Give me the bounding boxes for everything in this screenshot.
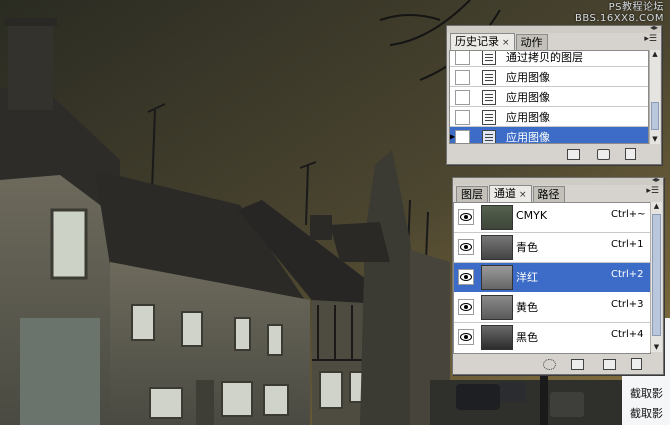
panel-menu-icon[interactable]: ▸☰ xyxy=(644,35,657,44)
channel-thumbnail xyxy=(481,205,513,230)
channel-thumbnail xyxy=(481,295,513,320)
history-brush-source-checkbox[interactable] xyxy=(455,130,470,143)
save-selection-icon[interactable] xyxy=(571,359,584,370)
history-state-icon xyxy=(482,70,496,85)
tab-actions-label: 动作 xyxy=(520,36,543,49)
history-item[interactable]: 应用图像 xyxy=(450,87,648,107)
scroll-up-icon[interactable]: ▲ xyxy=(650,50,660,59)
channel-thumbnail xyxy=(481,265,513,290)
channel-thumbnail xyxy=(481,325,513,350)
history-state-icon xyxy=(482,130,496,143)
panel-close-icon[interactable]: ◂▸ xyxy=(652,175,660,184)
channels-panel[interactable]: ◂▸ 图层 通道 × 路径 ▸☰ CMYK Ctrl+~ 青色 Ctrl+1 洋红… xyxy=(452,175,664,375)
channel-shortcut: Ctrl+1 xyxy=(611,239,644,250)
tab-paths[interactable]: 路径 xyxy=(532,186,565,202)
channel-row-yellow[interactable]: 黄色 Ctrl+3 xyxy=(454,293,650,323)
history-state-icon xyxy=(482,110,496,125)
eye-visibility-icon[interactable] xyxy=(458,239,474,255)
load-selection-icon[interactable] xyxy=(543,359,556,370)
history-brush-source-checkbox[interactable] xyxy=(455,90,470,105)
channels-footer xyxy=(453,354,663,374)
channel-row-cyan[interactable]: 青色 Ctrl+1 xyxy=(454,233,650,263)
panel-title-bar[interactable]: ◂▸ xyxy=(447,23,661,33)
panel-menu-icon[interactable]: ▸☰ xyxy=(646,187,659,196)
history-item[interactable]: 通过拷贝的图层 xyxy=(450,51,648,67)
tab-history-label: 历史记录 xyxy=(455,35,499,48)
eye-visibility-icon[interactable] xyxy=(458,209,474,225)
scroll-down-icon[interactable]: ▼ xyxy=(651,343,662,352)
tab-layers[interactable]: 图层 xyxy=(456,186,488,202)
new-channel-icon[interactable] xyxy=(603,359,616,370)
eye-visibility-icon[interactable] xyxy=(458,299,474,315)
channel-shortcut: Ctrl+4 xyxy=(611,329,644,340)
tab-channels-label: 通道 xyxy=(494,187,516,200)
history-state-pointer-icon: ▶ xyxy=(449,132,456,141)
history-item-selected[interactable]: ▶ 应用图像 xyxy=(449,127,648,144)
new-document-from-state-icon[interactable] xyxy=(567,149,580,160)
history-item[interactable]: 应用图像 xyxy=(450,107,648,127)
channel-thumbnail xyxy=(481,235,513,260)
panel-close-icon[interactable]: ◂▸ xyxy=(650,23,658,32)
history-footer xyxy=(447,144,661,164)
side-text-line: 截取影 xyxy=(630,387,663,400)
channels-scrollbar[interactable]: ▲ ▼ xyxy=(650,202,662,352)
channels-list: CMYK Ctrl+~ 青色 Ctrl+1 洋红 Ctrl+2 黄色 Ctrl+… xyxy=(453,202,651,354)
channel-name: 洋红 xyxy=(516,271,538,284)
history-tabs: 历史记录 × 动作 xyxy=(450,33,549,50)
channel-row-magenta[interactable]: 洋红 Ctrl+2 xyxy=(454,263,650,292)
history-state-icon xyxy=(482,51,496,65)
eye-visibility-icon[interactable] xyxy=(458,329,474,345)
channel-name: CMYK xyxy=(516,209,548,222)
channel-row-cmyk[interactable]: CMYK Ctrl+~ xyxy=(454,203,650,233)
history-item-label: 应用图像 xyxy=(506,91,550,104)
side-text-line: 截取影 xyxy=(630,407,663,420)
history-item-label: 应用图像 xyxy=(506,131,550,144)
camera-snapshot-icon[interactable] xyxy=(597,149,610,160)
scroll-up-icon[interactable]: ▲ xyxy=(651,202,662,211)
channel-name: 黄色 xyxy=(516,301,538,314)
channel-name: 黑色 xyxy=(516,331,538,344)
trash-icon[interactable] xyxy=(625,148,636,160)
trash-icon[interactable] xyxy=(631,358,642,370)
channel-row-black[interactable]: 黑色 Ctrl+4 xyxy=(454,323,650,352)
scroll-down-icon[interactable]: ▼ xyxy=(650,135,660,144)
channel-shortcut: Ctrl+2 xyxy=(611,269,644,280)
history-brush-source-checkbox[interactable] xyxy=(455,110,470,125)
tab-close-icon[interactable]: × xyxy=(519,190,527,200)
channel-name: 青色 xyxy=(516,241,538,254)
tab-layers-label: 图层 xyxy=(461,188,483,201)
history-item-label: 通过拷贝的图层 xyxy=(506,51,583,64)
tab-paths-label: 路径 xyxy=(537,188,560,201)
tab-close-icon[interactable]: × xyxy=(502,38,510,48)
tab-actions[interactable]: 动作 xyxy=(515,34,548,50)
tab-channels[interactable]: 通道 × xyxy=(489,185,532,202)
watermark: PS教程论坛 BBS.16XX8.COM xyxy=(575,2,664,24)
history-list: 通过拷贝的图层 应用图像 应用图像 应用图像 ▶ 应用图像 xyxy=(449,50,649,144)
eye-visibility-icon[interactable] xyxy=(458,269,474,285)
channels-tabs: 图层 通道 × 路径 xyxy=(456,185,566,202)
panel-title-bar[interactable]: ◂▸ xyxy=(453,175,663,185)
history-item[interactable]: 应用图像 xyxy=(450,67,648,87)
watermark-line-1: PS教程论坛 xyxy=(608,2,664,13)
history-item-label: 应用图像 xyxy=(506,111,550,124)
history-brush-source-checkbox[interactable] xyxy=(455,70,470,85)
scroll-thumb[interactable] xyxy=(652,214,661,336)
tab-history[interactable]: 历史记录 × xyxy=(450,33,515,50)
scroll-thumb[interactable] xyxy=(651,102,659,130)
history-scrollbar[interactable]: ▲ ▼ xyxy=(649,50,660,144)
history-item-label: 应用图像 xyxy=(506,71,550,84)
history-brush-source-checkbox[interactable] xyxy=(455,51,470,65)
channel-shortcut: Ctrl+3 xyxy=(611,299,644,310)
channel-shortcut: Ctrl+~ xyxy=(611,209,646,220)
history-panel[interactable]: ◂▸ 历史记录× 动作 ▸☰ 通过拷贝的图层 应用图像 应用图像 应用图像 ▶ xyxy=(446,23,662,165)
history-state-icon xyxy=(482,90,496,105)
